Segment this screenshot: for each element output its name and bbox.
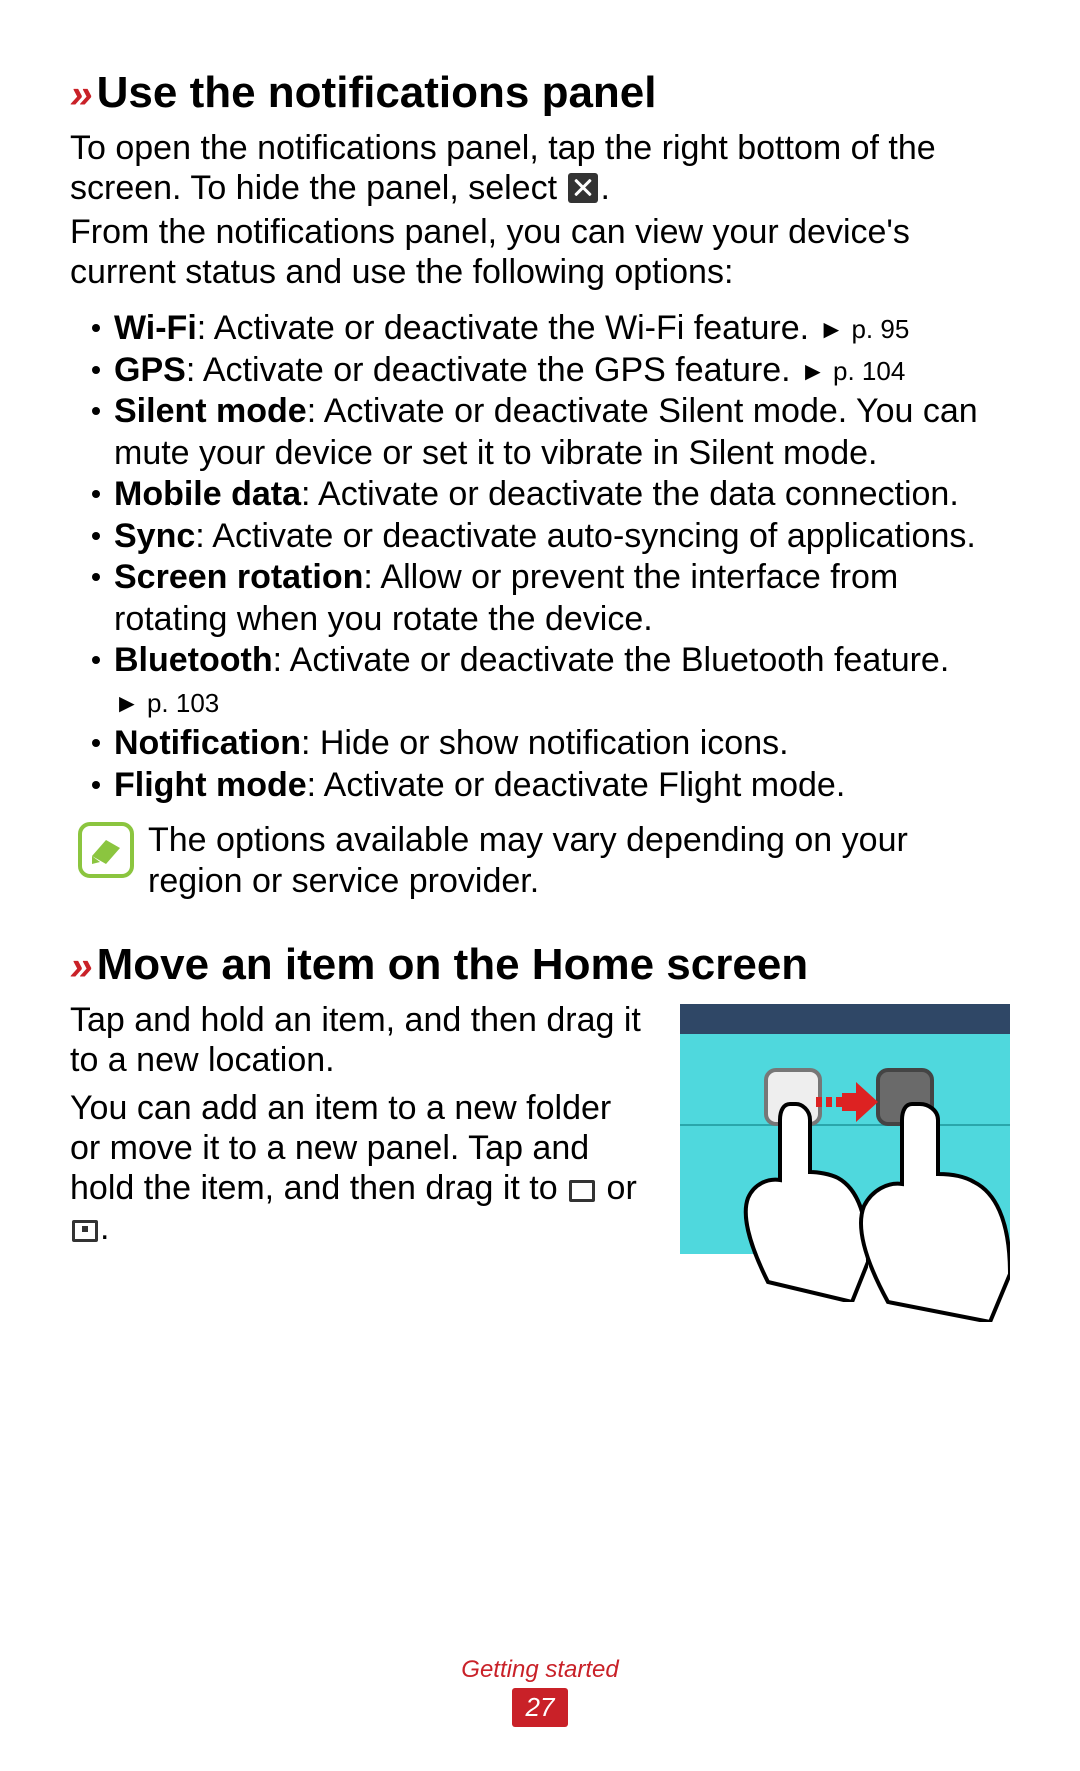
chevron-icon: ›› (70, 946, 89, 986)
list-item: Sync: Activate or deactivate auto-syncin… (70, 516, 1010, 557)
paragraph-text: . (600, 169, 609, 207)
paragraph: From the notifications panel, you can vi… (70, 212, 1010, 292)
bullet-icon (92, 739, 100, 747)
paragraph: You can add an item to a new folder or m… (70, 1088, 650, 1248)
folder-icon (569, 1180, 595, 1202)
page-footer: Getting started 27 (0, 1656, 1080, 1727)
list-item: Flight mode: Activate or deactivate Flig… (70, 765, 1010, 806)
section-heading: ›› Use the notifications panel (70, 68, 1010, 118)
list-item-text: Silent mode: Activate or deactivate Sile… (114, 391, 1010, 474)
bullet-icon (92, 573, 100, 581)
close-icon (568, 173, 598, 203)
section-heading: ›› Move an item on the Home screen (70, 940, 1010, 990)
chevron-icon: ›› (70, 74, 89, 114)
list-item-text: Screen rotation: Allow or prevent the in… (114, 557, 1010, 640)
note: The options available may vary depending… (70, 820, 1010, 902)
section-title: Use the notifications panel (97, 68, 657, 118)
page-number: 27 (512, 1688, 569, 1727)
list-item-text: Sync: Activate or deactivate auto-syncin… (114, 516, 1010, 557)
paragraph-text: or (597, 1169, 637, 1207)
list-item-text: Flight mode: Activate or deactivate Flig… (114, 765, 1010, 806)
bullet-icon (92, 407, 100, 415)
bullet-icon (92, 781, 100, 789)
list-item-text: Bluetooth: Activate or deactivate the Bl… (114, 640, 1010, 723)
list-item-text: GPS: Activate or deactivate the GPS feat… (114, 350, 1010, 391)
paragraph: Tap and hold an item, and then drag it t… (70, 1000, 650, 1080)
paragraph-text: . (100, 1209, 109, 1247)
bullet-icon (92, 656, 100, 664)
note-icon (78, 822, 134, 878)
bullet-icon (92, 366, 100, 374)
paragraph: To open the notifications panel, tap the… (70, 128, 1010, 208)
bullet-icon (92, 532, 100, 540)
list-item-text: Wi-Fi: Activate or deactivate the Wi-Fi … (114, 308, 1010, 349)
illustration-topbar (680, 1004, 1010, 1034)
panel-icon (72, 1220, 98, 1242)
list-item: Mobile data: Activate or deactivate the … (70, 474, 1010, 515)
section: ›› Move an item on the Home screen Tap a… (70, 940, 1010, 1254)
list-item-text: Mobile data: Activate or deactivate the … (114, 474, 1010, 515)
footer-section-label: Getting started (0, 1656, 1080, 1684)
list-item: Silent mode: Activate or deactivate Sile… (70, 391, 1010, 474)
gesture-illustration (680, 1004, 1010, 1254)
text-column: Tap and hold an item, and then drag it t… (70, 1000, 650, 1251)
bullet-icon (92, 324, 100, 332)
content-row: Tap and hold an item, and then drag it t… (70, 1000, 1010, 1254)
list-item: Wi-Fi: Activate or deactivate the Wi-Fi … (70, 308, 1010, 349)
bullet-icon (92, 490, 100, 498)
bullet-list: Wi-Fi: Activate or deactivate the Wi-Fi … (70, 308, 1010, 806)
note-text: The options available may vary depending… (148, 820, 1010, 902)
list-item: GPS: Activate or deactivate the GPS feat… (70, 350, 1010, 391)
paragraph-text: To open the notifications panel, tap the… (70, 129, 936, 207)
list-item: Notification: Hide or show notification … (70, 723, 1010, 764)
hand-icon (830, 1092, 1010, 1322)
section-title: Move an item on the Home screen (97, 940, 809, 990)
list-item: Bluetooth: Activate or deactivate the Bl… (70, 640, 1010, 723)
list-item-text: Notification: Hide or show notification … (114, 723, 1010, 764)
list-item: Screen rotation: Allow or prevent the in… (70, 557, 1010, 640)
paragraph-text: You can add an item to a new folder or m… (70, 1089, 611, 1207)
page: ›› Use the notifications panel To open t… (0, 0, 1080, 1771)
